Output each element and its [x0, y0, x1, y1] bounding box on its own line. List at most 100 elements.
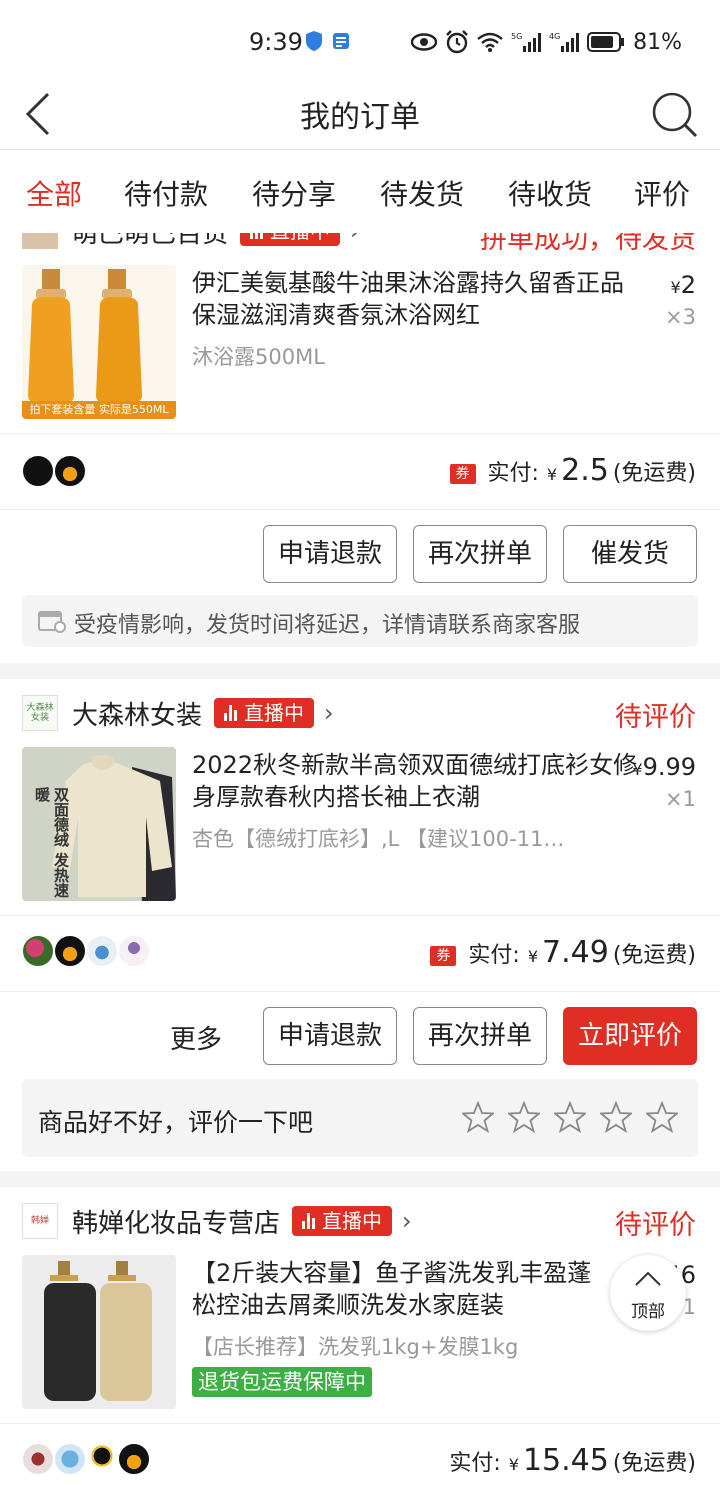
- pay-label: 实付:: [487, 461, 539, 486]
- group-avatars: [22, 935, 150, 967]
- page-title: 我的订单: [300, 100, 420, 135]
- order-card: 韩婵 韩婵化妆品专营店 直播中 › 待评价 【2斤装大容量】鱼子酱洗发乳丰盈蓬松…: [0, 1187, 720, 1485]
- tab-pending-shipment[interactable]: 待发货: [380, 173, 464, 213]
- tab-review[interactable]: 评价: [634, 173, 690, 213]
- shop-logo: 大森林女装: [22, 695, 58, 731]
- divider: [0, 915, 720, 916]
- order-card: 萌巴萌巴百货 直播中 › 拼单成功，待发货 拍下套装含量 实际是550ML 伊汇…: [0, 233, 720, 663]
- status-bar: 9:39 5G 4G 81%: [0, 0, 720, 78]
- battery-percent: 81%: [633, 29, 682, 55]
- product-price: ¥9.99: [632, 753, 696, 781]
- chevron-right-icon: ›: [402, 1207, 412, 1235]
- live-label: 直播中: [270, 233, 330, 246]
- coupon-icon: 券: [430, 946, 457, 966]
- payment-summary: 实付: ¥ 15.45 (免运费): [449, 1443, 696, 1478]
- star-icon[interactable]: [508, 1101, 540, 1133]
- yen-symbol: ¥: [632, 760, 643, 779]
- shipping-label: (免运费): [612, 461, 696, 486]
- product-qty: ×1: [665, 787, 696, 811]
- review-now-button[interactable]: 立即评价: [563, 1007, 697, 1065]
- chevron-up-icon: [635, 1271, 661, 1286]
- back-to-top-label: 顶部: [631, 1302, 665, 1322]
- shop-logo: 韩婵: [22, 1203, 58, 1239]
- star-icon[interactable]: [554, 1101, 586, 1133]
- shop-header[interactable]: 韩婵 韩婵化妆品专营店 直播中 ›: [22, 1201, 412, 1241]
- signal-4g-icon: 4G: [549, 32, 580, 52]
- reorder-button[interactable]: 再次拼单: [413, 1007, 547, 1065]
- search-icon[interactable]: [650, 86, 700, 140]
- shop-header[interactable]: 大森林女装 大森林女装 直播中 ›: [22, 693, 334, 733]
- order-card: 大森林女装 大森林女装 直播中 › 待评价 双面德绒 发热速暖 2022秋冬新款…: [0, 679, 720, 1171]
- svg-text:4G: 4G: [549, 32, 560, 41]
- shipping-label: (免运费): [612, 1451, 696, 1476]
- status-time: 9:39: [249, 28, 303, 56]
- thumb-caption: 双面德绒 发热速暖: [33, 787, 70, 898]
- svg-text:5G: 5G: [511, 32, 522, 41]
- shop-logo: [22, 233, 58, 249]
- order-tabs: 全部 待付款 待分享 待发货 待收货 评价: [0, 151, 720, 233]
- price-value: 9.99: [642, 753, 696, 781]
- app-icon: [333, 33, 349, 49]
- price-value: 2: [680, 271, 696, 299]
- product-title[interactable]: 2022秋冬新款半高领双面德绒打底衫女修身厚款春秋内搭长袖上衣潮: [192, 749, 642, 813]
- product-spec: 杏色【德绒打底衫】,L 【建议100-11…: [192, 827, 565, 851]
- live-icon: [250, 233, 264, 239]
- group-avatars: [22, 1443, 150, 1475]
- eye-icon: [411, 33, 438, 51]
- back-to-top-button[interactable]: 顶部: [610, 1255, 686, 1331]
- bottle-image: [22, 265, 176, 419]
- chevron-right-icon: ›: [350, 233, 360, 245]
- product-title[interactable]: 伊汇美氨基酸牛油果沐浴露持久留香正品保湿滋润清爽香氛沐浴网红: [192, 267, 642, 331]
- shop-name: 韩婵化妆品专营店: [72, 1208, 281, 1239]
- shield-icon: [306, 31, 322, 51]
- avatar: [54, 1443, 86, 1475]
- delay-notice: 受疫情影响，发货时间将延迟，详情请联系商家客服: [22, 595, 698, 647]
- pay-amount: 15.45: [522, 1443, 609, 1478]
- tab-pending-receipt[interactable]: 待收货: [508, 173, 592, 213]
- review-prompt-text: 商品好不好，评价一下吧: [38, 1108, 314, 1137]
- live-label: 直播中: [244, 701, 305, 725]
- tab-pending-share[interactable]: 待分享: [252, 173, 336, 213]
- battery-icon: [587, 32, 625, 52]
- signal-5g-icon: 5G: [511, 32, 542, 52]
- tab-all[interactable]: 全部: [26, 173, 82, 213]
- reorder-button[interactable]: 再次拼单: [413, 525, 547, 583]
- live-label: 直播中: [322, 1209, 383, 1233]
- title-bar: 我的订单: [0, 78, 720, 150]
- live-badge: 直播中: [240, 233, 341, 246]
- star-rating[interactable]: [462, 1101, 678, 1133]
- shop-name: 萌巴萌巴百货: [72, 233, 229, 249]
- product-thumbnail[interactable]: 拍下套装含量 实际是550ML: [22, 265, 176, 419]
- shipping-guarantee-badge: 退货包运费保障中: [192, 1367, 372, 1397]
- notice-text: 受疫情影响，发货时间将延迟，详情请联系商家客服: [74, 613, 581, 638]
- avatar: [22, 935, 54, 967]
- request-refund-button[interactable]: 申请退款: [263, 1007, 397, 1065]
- alarm-icon: [446, 30, 468, 54]
- star-icon[interactable]: [646, 1101, 678, 1133]
- divider: [0, 433, 720, 434]
- pay-amount: 2.5: [561, 453, 609, 488]
- shop-header[interactable]: 萌巴萌巴百货 直播中 ›: [22, 233, 360, 251]
- review-prompt-box: 商品好不好，评价一下吧: [22, 1079, 698, 1157]
- yen-symbol: ¥: [670, 278, 681, 297]
- more-button[interactable]: 更多: [170, 1019, 222, 1056]
- shop-name: 大森林女装: [72, 700, 203, 731]
- tab-pending-payment[interactable]: 待付款: [124, 173, 208, 213]
- divider: [0, 1423, 720, 1424]
- avatar: [118, 1443, 150, 1475]
- product-qty: ×3: [665, 305, 696, 329]
- product-title[interactable]: 【2斤装大容量】鱼子酱洗发乳丰盈蓬松控油去屑柔顺洗发水家庭装: [192, 1257, 602, 1321]
- avatar: [86, 935, 118, 967]
- divider: [0, 509, 720, 510]
- shipping-label: (免运费): [612, 943, 696, 968]
- yen-symbol: ¥: [508, 1455, 519, 1474]
- request-refund-button[interactable]: 申请退款: [263, 525, 397, 583]
- product-thumbnail[interactable]: 双面德绒 发热速暖: [22, 747, 176, 901]
- coupon-icon: 券: [449, 464, 476, 484]
- avatar: [54, 455, 86, 487]
- star-icon[interactable]: [462, 1101, 494, 1133]
- urge-shipping-button[interactable]: 催发货: [563, 525, 697, 583]
- avatar: [118, 935, 150, 967]
- star-icon[interactable]: [600, 1101, 632, 1133]
- product-thumbnail[interactable]: [22, 1255, 176, 1409]
